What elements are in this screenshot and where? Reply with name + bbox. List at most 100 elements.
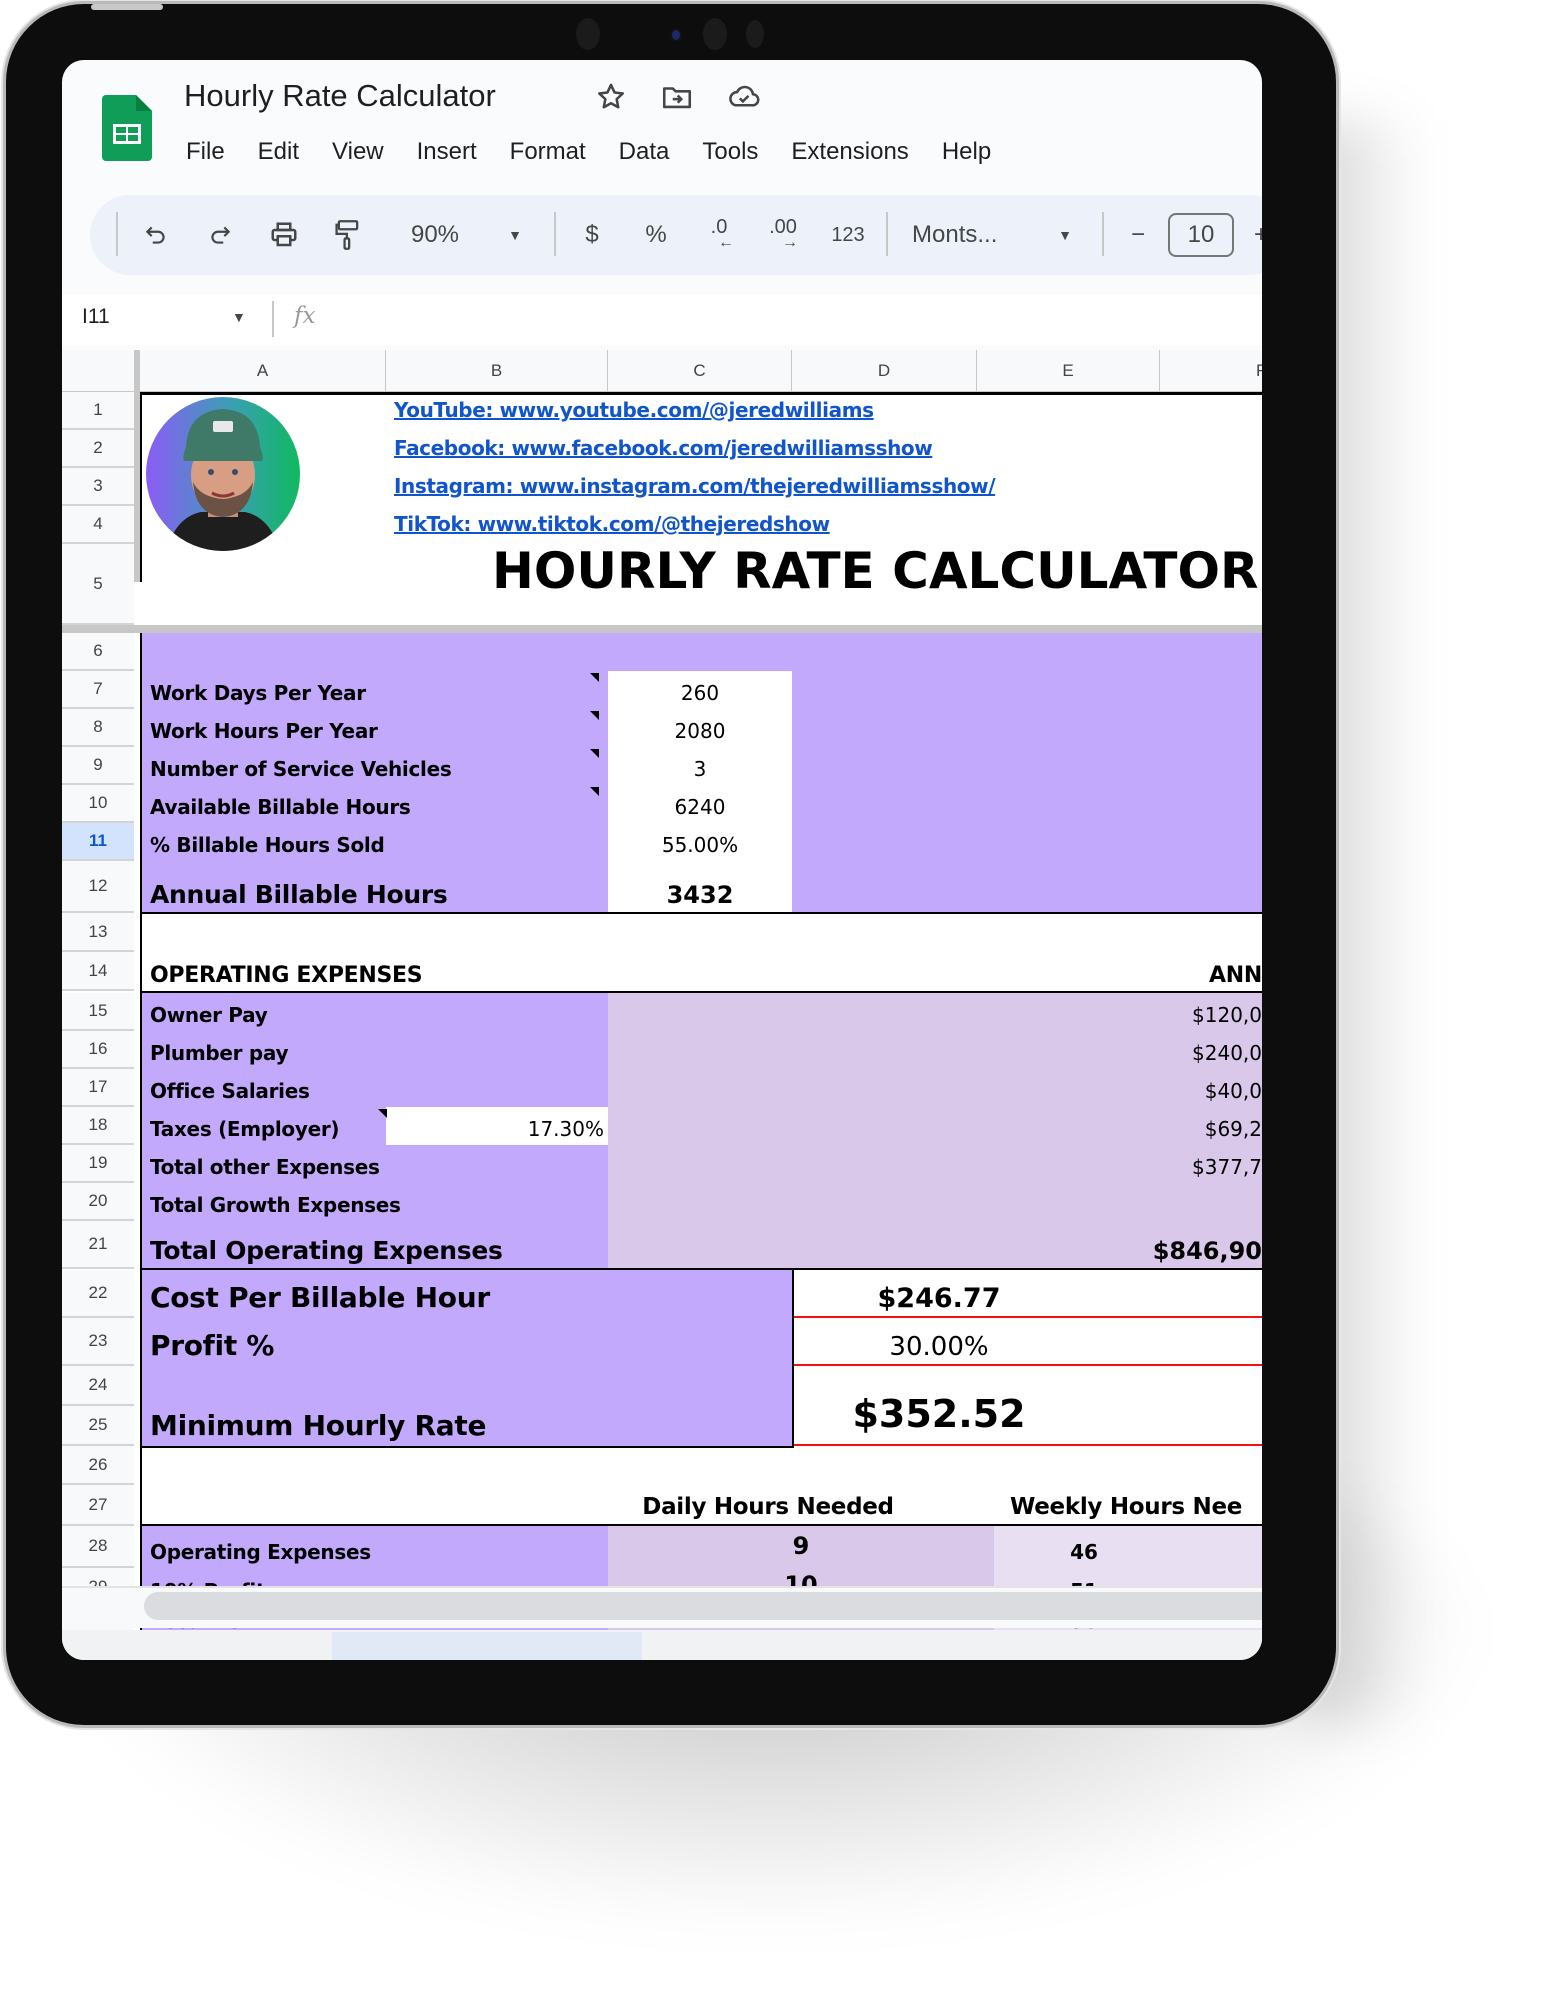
row-header-7[interactable]: 7	[62, 671, 134, 709]
row-header-1[interactable]: 1	[62, 392, 134, 430]
increase-font-size-button[interactable]: +	[1246, 195, 1262, 275]
expense-annual-value[interactable]: $377,7	[1062, 1145, 1262, 1183]
format-percent-button[interactable]: %	[636, 195, 676, 275]
expense-annual-value[interactable]: $69,2	[1062, 1107, 1262, 1145]
note-indicator-icon[interactable]	[378, 1109, 387, 1118]
row-header-5[interactable]: 5	[62, 544, 134, 625]
expense-annual-value[interactable]	[1062, 1183, 1262, 1221]
font-size-input[interactable]: 10	[1168, 195, 1234, 275]
zoom-select[interactable]: 90%	[390, 195, 480, 275]
row-header-3[interactable]: 3	[62, 468, 134, 506]
column-header-a[interactable]: A	[140, 350, 386, 392]
row-header-18[interactable]: 18	[62, 1107, 134, 1145]
name-box[interactable]: I11	[82, 305, 110, 329]
input-value[interactable]: 3	[608, 747, 792, 785]
input-value[interactable]: 260	[608, 671, 792, 709]
expense-annual-value[interactable]: $120,0	[1062, 993, 1262, 1031]
document-title[interactable]: Hourly Rate Calculator	[184, 78, 496, 114]
row-header-10[interactable]: 10	[62, 785, 134, 823]
profit-percent-value[interactable]: 30.00%	[794, 1318, 1084, 1366]
sheets-logo-icon[interactable]	[102, 95, 152, 161]
row-header-17[interactable]: 17	[62, 1069, 134, 1107]
star-icon[interactable]	[594, 80, 628, 114]
font-select[interactable]: Monts...	[912, 195, 1042, 275]
row-header-13[interactable]: 13	[62, 913, 134, 952]
decrease-font-size-button[interactable]: −	[1120, 195, 1156, 275]
note-indicator-icon[interactable]	[590, 787, 599, 796]
input-value[interactable]: 6240	[608, 785, 792, 823]
menu-tools[interactable]: Tools	[702, 138, 758, 166]
horizontal-scrollbar-thumb[interactable]	[144, 1592, 1262, 1620]
cost-per-billable-hour-value[interactable]: $246.77	[794, 1270, 1084, 1318]
menu-help[interactable]: Help	[942, 138, 991, 166]
weekly-hours-value[interactable]: 46	[994, 1526, 1174, 1568]
row-header-6[interactable]: 6	[62, 633, 134, 671]
note-indicator-icon[interactable]	[590, 711, 599, 720]
row-header-15[interactable]: 15	[62, 993, 134, 1031]
row-header-28[interactable]: 28	[62, 1526, 134, 1568]
column-header-c[interactable]: C	[608, 350, 792, 392]
expense-annual-value[interactable]: $40,0	[1062, 1069, 1262, 1107]
paint-format-icon[interactable]	[326, 195, 370, 275]
menu-insert[interactable]: Insert	[417, 138, 477, 166]
expense-annual-value[interactable]: $240,0	[1062, 1031, 1262, 1069]
total-operating-expenses-value[interactable]: $846,90	[1062, 1221, 1262, 1269]
move-to-folder-icon[interactable]	[660, 80, 694, 114]
expense-rate-value[interactable]: 17.30%	[386, 1107, 608, 1145]
row-header-25[interactable]: 25	[62, 1406, 134, 1446]
redo-icon[interactable]	[198, 195, 242, 275]
column-header-e[interactable]: E	[977, 350, 1160, 392]
more-formats-button[interactable]: 123	[820, 195, 876, 275]
row-header-20[interactable]: 20	[62, 1183, 134, 1221]
input-value[interactable]: 2080	[608, 709, 792, 747]
instagram-link[interactable]: Instagram: www.instagram.com/thejeredwil…	[394, 474, 996, 498]
active-sheet-tab[interactable]	[332, 1632, 642, 1660]
input-value[interactable]: 55.00%	[608, 823, 792, 861]
facebook-link[interactable]: Facebook: www.facebook.com/jeredwilliams…	[394, 436, 933, 460]
row-header-11[interactable]: 11	[62, 823, 134, 861]
menu-file[interactable]: File	[186, 138, 225, 166]
increase-decimal-button[interactable]: .00 →	[758, 195, 808, 275]
row-header-2[interactable]: 2	[62, 430, 134, 468]
row-header-14[interactable]: 14	[62, 952, 134, 991]
row-header-26[interactable]: 26	[62, 1446, 134, 1485]
decrease-decimal-button[interactable]: .0 ←	[694, 195, 744, 275]
row-header-27[interactable]: 27	[62, 1485, 134, 1526]
font-dropdown-icon[interactable]: ▼	[1050, 195, 1080, 275]
column-header-d[interactable]: D	[792, 350, 977, 392]
column-header-b[interactable]: B	[386, 350, 608, 392]
name-box-dropdown-icon[interactable]: ▼	[232, 309, 246, 325]
row-header-21[interactable]: 21	[62, 1221, 134, 1269]
formula-input[interactable]	[342, 303, 1242, 335]
daily-hours-value[interactable]: 9	[608, 1522, 994, 1564]
menu-data[interactable]: Data	[619, 138, 670, 166]
zoom-dropdown-icon[interactable]: ▼	[500, 195, 530, 275]
row-header-23[interactable]: 23	[62, 1318, 134, 1366]
minimum-hourly-rate-value[interactable]: $352.52	[794, 1366, 1084, 1446]
menu-extensions[interactable]: Extensions	[791, 138, 908, 166]
print-icon[interactable]	[262, 195, 306, 275]
row-header-9[interactable]: 9	[62, 747, 134, 785]
input-value[interactable]: 3432	[608, 861, 792, 913]
menu-view[interactable]: View	[332, 138, 384, 166]
menu-format[interactable]: Format	[510, 138, 586, 166]
format-currency-button[interactable]: $	[572, 195, 612, 275]
note-indicator-icon[interactable]	[590, 749, 599, 758]
row-header-4[interactable]: 4	[62, 506, 134, 544]
frozen-row-bar[interactable]	[62, 625, 1262, 633]
cloud-saved-icon[interactable]	[726, 80, 760, 114]
tiktok-link[interactable]: TikTok: www.tiktok.com/@thejeredshow	[394, 512, 830, 536]
column-header-f[interactable]: F	[1160, 350, 1262, 392]
row-header-22[interactable]: 22	[62, 1270, 134, 1318]
youtube-link[interactable]: YouTube: www.youtube.com/@jeredwilliams	[394, 398, 874, 422]
row-header-12[interactable]: 12	[62, 861, 134, 913]
font-size-box[interactable]: 10	[1168, 213, 1234, 257]
note-indicator-icon[interactable]	[590, 673, 599, 682]
undo-icon[interactable]	[134, 195, 178, 275]
row-header-19[interactable]: 19	[62, 1145, 134, 1183]
menu-edit[interactable]: Edit	[258, 138, 299, 166]
row-header-16[interactable]: 16	[62, 1031, 134, 1069]
select-all-corner[interactable]	[62, 350, 140, 392]
row-header-24[interactable]: 24	[62, 1366, 134, 1406]
row-header-8[interactable]: 8	[62, 709, 134, 747]
